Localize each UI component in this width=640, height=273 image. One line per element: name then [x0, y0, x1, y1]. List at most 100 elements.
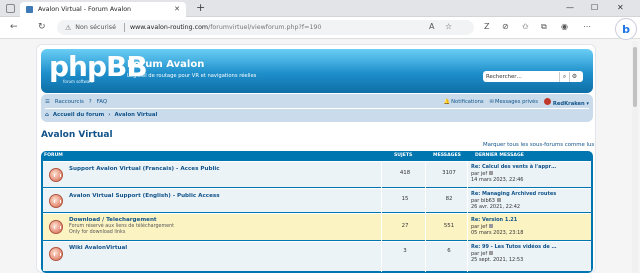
column-divider [425, 214, 426, 241]
envelope-icon: ✉ [489, 99, 494, 105]
faq-link[interactable]: FAQ [97, 99, 107, 105]
back-button[interactable]: ← [10, 21, 18, 33]
last-post-author[interactable]: par jef [471, 171, 487, 177]
gear-icon[interactable]: ⚙ [569, 71, 579, 82]
forum-row: Avalon Virtual Support (English) - Publi… [43, 188, 591, 213]
search-box: ⌕ ⚙ [483, 71, 583, 82]
notifications-link[interactable]: Notifications [451, 99, 483, 105]
last-post-title[interactable]: Re: Managing Archived routes [471, 191, 556, 198]
forum-name-link[interactable]: Support Avalon Virtual (Francais) - Acce… [69, 166, 220, 172]
page-title[interactable]: Avalon Virtual [41, 130, 113, 140]
extension-z-icon[interactable]: Z [484, 22, 489, 32]
shortcuts-link[interactable]: Raccourcis [55, 99, 84, 105]
last-post-author-line: par jef [471, 171, 556, 178]
last-post: Re: 99 - Les Tutos vidéos de … par jef 2… [471, 244, 557, 264]
search-icon[interactable]: ⌕ [559, 71, 569, 82]
forum-description: Forum réservé aux liens de téléchargemen… [69, 224, 174, 229]
forum-row: Support Avalon Virtual (Francais) - Acce… [43, 161, 591, 188]
messages-count: 6 [447, 248, 451, 254]
profile-icon[interactable]: ◉ [561, 22, 568, 32]
last-post-author[interactable]: par jef [471, 224, 487, 230]
warning-icon[interactable]: ⚠ [65, 24, 71, 32]
column-divider [425, 162, 426, 188]
forum-name-link[interactable]: Download / Telechargement [69, 217, 157, 223]
forum-list-header: FORUM SUJETS MESSAGES DERNIER MESSAGE [41, 151, 593, 160]
column-divider [467, 214, 468, 241]
close-tab-icon[interactable]: ✕ [174, 5, 180, 13]
url-text[interactable]: www.avalon-routing.com/forumvirtuel/view… [130, 24, 321, 31]
url-path: /forumvirtuel/viewforum.php?f=190 [208, 24, 322, 31]
forum-name-link[interactable]: Avalon Virtual Support (English) - Publi… [69, 193, 220, 199]
navbar-top-row: ☰ Raccourcis ? FAQ 🔔 Notifications ✉ Mes… [45, 97, 589, 107]
url-field[interactable]: ⚠ Non sécurisé www.avalon-routing.com/fo… [57, 20, 474, 35]
close-window-button[interactable]: ✕ [617, 2, 624, 14]
breadcrumb-separator: › [108, 112, 111, 118]
breadcrumb-home[interactable]: Accueil du forum [53, 112, 104, 118]
forum-read-icon [49, 194, 63, 208]
site-description: Logiciel de routage pour VR et navigatio… [127, 73, 257, 79]
forum-description-en: Only for download links [69, 230, 126, 235]
forum-page: phpBB forum software Forum Avalon Logici… [36, 44, 596, 273]
column-divider [467, 189, 468, 213]
user-menu[interactable]: RedKraken ▾ [543, 97, 589, 107]
mark-all-read-link[interactable]: Marquer tous les sous-forums comme lus [483, 142, 594, 148]
minimize-window-button[interactable]: — [566, 2, 574, 14]
last-post: Re: Version 1.21 par jef 05 mars 2023, 2… [471, 217, 523, 237]
url-divider [123, 23, 125, 32]
read-aloud-icon[interactable]: A [429, 22, 434, 32]
window-menu-icon[interactable] [6, 4, 15, 13]
history-icon[interactable]: ⊘ [502, 22, 509, 32]
collections-icon[interactable]: ⧉ [541, 22, 547, 32]
header-messages: MESSAGES [433, 153, 461, 158]
last-post-title[interactable]: Re: Calcul des vents à l'appr… [471, 164, 556, 171]
goto-post-icon[interactable] [496, 198, 501, 203]
private-messages-link[interactable]: Messages privés [495, 99, 538, 105]
column-divider [381, 214, 382, 241]
last-post-author-line: par jef [471, 224, 523, 231]
last-post-title[interactable]: Re: 99 - Les Tutos vidéos de … [471, 244, 557, 251]
forum-row: Download / Telechargement Forum réservé … [43, 213, 591, 241]
last-post: Re: Managing Archived routes par bib63 2… [471, 191, 556, 211]
topics-count: 3 [403, 248, 407, 254]
refresh-button[interactable]: ↻ [38, 21, 46, 33]
security-label[interactable]: Non sécurisé [75, 24, 116, 31]
new-tab-button[interactable]: + [196, 2, 205, 14]
home-icon: ⌂ [45, 112, 49, 118]
last-post-author[interactable]: par bib63 [471, 198, 495, 204]
column-divider [381, 162, 382, 188]
logo-subtitle: forum software [63, 79, 94, 84]
goto-post-icon[interactable] [489, 251, 494, 256]
tab-title: Avalon Virtual - Forum Avalon [38, 6, 132, 13]
favorites-icon[interactable]: ✩ [522, 22, 529, 32]
column-divider [381, 242, 382, 272]
bing-chat-icon[interactable]: b [615, 18, 637, 40]
navbar-divider [45, 108, 589, 109]
last-post-author[interactable]: par jef [471, 251, 487, 257]
navbar-left: ☰ Raccourcis ? FAQ [45, 99, 112, 105]
forum-name-link[interactable]: Wiki AvalonVirtual [69, 245, 127, 251]
star-icon[interactable]: ☆ [445, 22, 452, 32]
goto-post-icon[interactable] [489, 171, 494, 176]
menu-icon: ☰ [45, 99, 50, 105]
search-input[interactable] [483, 71, 559, 82]
more-menu-icon[interactable]: ⋯ [583, 22, 591, 32]
last-post-date: 05 mars 2023, 23:18 [471, 230, 524, 237]
goto-post-icon[interactable] [489, 224, 494, 229]
page-scrollbar[interactable] [632, 41, 638, 273]
last-post-title[interactable]: Re: Version 1.21 [471, 217, 523, 224]
breadcrumb-current[interactable]: Avalon Virtual [114, 112, 157, 118]
question-icon: ? [88, 99, 92, 105]
site-header: phpBB forum software Forum Avalon Logici… [41, 49, 593, 93]
last-post-date: 14 mars 2023, 22:46 [471, 177, 524, 184]
browser-tab-active[interactable]: Avalon Virtual - Forum Avalon ✕ [20, 2, 186, 17]
scrollbar-thumb[interactable] [633, 47, 637, 107]
avatar [543, 97, 551, 105]
last-post-date: 25 sept. 2021, 12:53 [471, 257, 524, 264]
forum-read-icon [49, 168, 63, 182]
maximize-window-button[interactable]: ☐ [591, 2, 598, 14]
column-divider [467, 242, 468, 272]
messages-count: 82 [445, 196, 453, 202]
bell-icon: 🔔 [443, 99, 451, 105]
topics-count: 27 [401, 223, 409, 229]
browser-tab-strip: Avalon Virtual - Forum Avalon ✕ + — ☐ ✕ [0, 0, 640, 17]
